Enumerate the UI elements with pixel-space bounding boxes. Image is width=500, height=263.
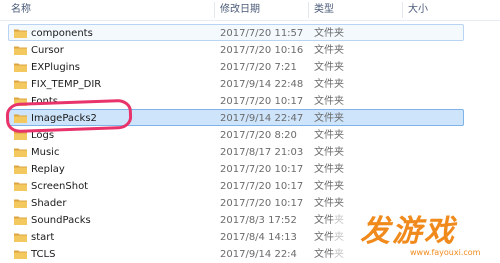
folder-icon	[14, 63, 27, 72]
column-header-date[interactable]: 修改日期	[217, 0, 307, 20]
folder-icon	[14, 233, 27, 242]
file-type: 文件夹	[314, 96, 344, 107]
column-divider[interactable]	[214, 2, 215, 18]
file-name: Cursor	[31, 45, 64, 56]
file-row-components[interactable]: components 2017/7/20 11:57 文件夹	[8, 24, 464, 41]
file-type: 文件夹	[314, 62, 344, 73]
file-date: 2017/8/3 17:52	[220, 215, 297, 226]
file-date: 2017/9/14 22:4	[220, 249, 297, 260]
folder-icon	[14, 250, 27, 259]
highlight-circle-annotation	[5, 98, 133, 134]
file-date: 2017/7/20 10:16	[220, 45, 304, 56]
file-row-replay[interactable]: Replay 2017/7/20 10:17 文件夹	[8, 160, 464, 177]
file-date: 2017/9/14 22:48	[220, 79, 304, 90]
folder-icon	[14, 80, 27, 89]
file-date: 2017/7/20 10:17	[220, 96, 304, 107]
file-name: TCLS	[31, 249, 56, 260]
file-row-explugins[interactable]: EXPlugins 2017/7/20 7:21 文件夹	[8, 58, 464, 75]
column-header-size[interactable]: 大小	[405, 0, 485, 20]
file-date: 2017/7/20 10:17	[220, 181, 304, 192]
folder-icon	[14, 182, 27, 191]
file-name: SoundPacks	[31, 215, 91, 226]
file-date: 2017/8/4 14:13	[220, 232, 297, 243]
file-date: 2017/7/20 11:57	[220, 28, 304, 39]
folder-icon	[14, 29, 27, 38]
file-date: 2017/7/20 10:17	[220, 198, 304, 209]
file-type: 文件夹	[314, 130, 344, 141]
file-name: ScreenShot	[31, 181, 89, 192]
folder-icon	[14, 46, 27, 55]
file-row-cursor[interactable]: Cursor 2017/7/20 10:16 文件夹	[8, 41, 464, 58]
file-name: Replay	[31, 164, 65, 175]
folder-icon	[14, 148, 27, 157]
watermark-url: www.fayouxi.com	[410, 248, 481, 257]
file-name: FIX_TEMP_DIR	[31, 79, 102, 90]
file-type: 文件夹	[314, 181, 344, 192]
folder-icon	[14, 165, 27, 174]
folder-icon	[14, 216, 27, 225]
column-header-type[interactable]: 类型	[311, 0, 401, 20]
column-divider[interactable]	[308, 2, 309, 18]
watermark-logo: 发游戏	[360, 214, 456, 249]
file-type: 文件夹	[314, 45, 344, 56]
file-date: 2017/7/20 8:20	[220, 130, 297, 141]
file-name: components	[31, 28, 93, 39]
column-header-bar: 名称 修改日期 类型 大小	[0, 0, 500, 21]
file-type: 文件夹	[314, 147, 344, 158]
file-type: 文件夹	[314, 79, 344, 90]
file-type: 文件夹	[314, 113, 344, 124]
file-name: Shader	[31, 198, 67, 209]
folder-icon	[14, 199, 27, 208]
file-row-fix-temp-dir[interactable]: FIX_TEMP_DIR 2017/9/14 22:48 文件夹	[8, 75, 464, 92]
file-name: Music	[31, 147, 60, 158]
file-name: start	[31, 232, 55, 243]
file-type: 文件夹	[314, 164, 344, 175]
file-date: 2017/9/14 22:47	[220, 113, 304, 124]
column-header-name[interactable]: 名称	[8, 0, 213, 20]
column-divider[interactable]	[402, 2, 403, 18]
file-name: EXPlugins	[31, 62, 80, 73]
file-row-screenshot[interactable]: ScreenShot 2017/7/20 10:17 文件夹	[8, 177, 464, 194]
file-row-music[interactable]: Music 2017/8/17 21:03 文件夹	[8, 143, 464, 160]
file-date: 2017/7/20 10:17	[220, 164, 304, 175]
file-date: 2017/7/20 7:21	[220, 62, 297, 73]
file-type: 文件夹	[314, 28, 344, 39]
file-date: 2017/8/17 21:03	[220, 147, 304, 158]
